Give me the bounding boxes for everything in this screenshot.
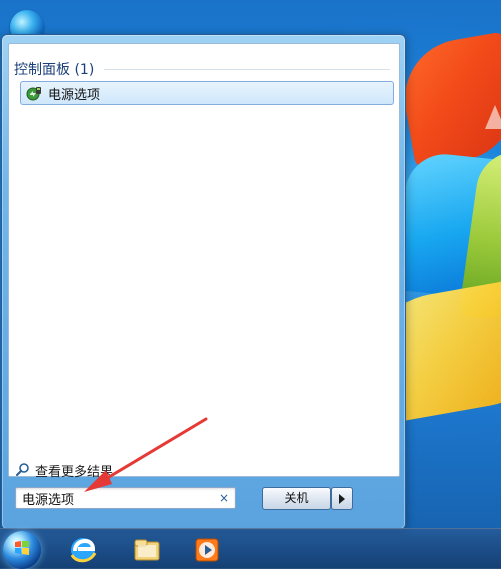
- media-player-icon[interactable]: [190, 533, 224, 567]
- annotation-arrow: [84, 417, 208, 492]
- taskbar: [0, 528, 501, 569]
- windows-logo-icon: [15, 541, 29, 555]
- file-explorer-icon[interactable]: [130, 533, 164, 567]
- internet-explorer-icon[interactable]: [66, 533, 100, 567]
- start-orb[interactable]: [3, 531, 41, 569]
